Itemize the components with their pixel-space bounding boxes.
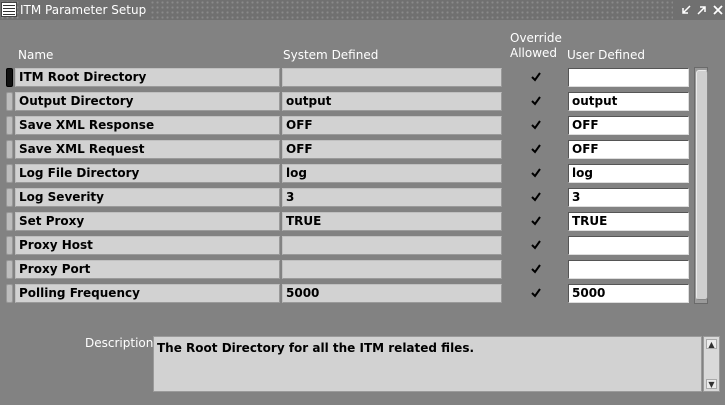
description-scrollbar[interactable]: ▲ ▼ xyxy=(703,336,720,392)
column-header-name: Name xyxy=(18,48,54,62)
name-cell[interactable]: Set Proxy xyxy=(15,212,280,231)
name-cell[interactable]: Proxy Port xyxy=(15,260,280,279)
user-defined-field[interactable]: OFF xyxy=(568,116,689,135)
override-allowed-checkbox[interactable] xyxy=(530,287,542,299)
override-allowed-checkbox[interactable] xyxy=(530,119,542,131)
system-defined-cell[interactable]: TRUE xyxy=(282,212,502,231)
table-row: Save XML Request OFF OFF xyxy=(0,138,725,160)
table-row: Set Proxy TRUE TRUE xyxy=(0,210,725,232)
row-selector[interactable] xyxy=(6,92,13,111)
system-defined-cell[interactable]: OFF xyxy=(282,140,502,159)
user-defined-field[interactable] xyxy=(568,236,689,255)
table-row: ITM Root Directory xyxy=(0,66,725,88)
name-cell[interactable]: Save XML Request xyxy=(15,140,280,159)
column-header-override-line2: Allowed xyxy=(510,46,558,60)
user-defined-field[interactable]: output xyxy=(568,92,689,111)
row-selector[interactable] xyxy=(6,212,13,231)
row-selector[interactable] xyxy=(6,68,13,87)
name-cell[interactable]: Log File Directory xyxy=(15,164,280,183)
column-header-override-line1: Override xyxy=(510,31,562,45)
scroll-down-icon[interactable]: ▼ xyxy=(706,379,717,389)
window-controls xyxy=(673,0,725,20)
row-selector[interactable] xyxy=(6,236,13,255)
table-row: Save XML Response OFF OFF xyxy=(0,114,725,136)
table-row: Log Severity 3 3 xyxy=(0,186,725,208)
user-defined-field[interactable]: TRUE xyxy=(568,212,689,231)
name-cell[interactable]: ITM Root Directory xyxy=(15,68,280,87)
table-row: Proxy Host xyxy=(0,234,725,256)
table-row: Polling Frequency 5000 5000 xyxy=(0,282,725,304)
system-defined-cell[interactable] xyxy=(282,68,502,87)
title-bar[interactable]: ITM Parameter Setup xyxy=(0,0,725,20)
description-label: Description xyxy=(85,336,154,350)
override-allowed-checkbox[interactable] xyxy=(530,143,542,155)
table-row: Log File Directory log log xyxy=(0,162,725,184)
name-cell[interactable]: Save XML Response xyxy=(15,116,280,135)
system-defined-cell[interactable]: log xyxy=(282,164,502,183)
row-selector[interactable] xyxy=(6,140,13,159)
close-icon[interactable] xyxy=(711,2,725,18)
window-title: ITM Parameter Setup xyxy=(20,0,151,20)
name-cell[interactable]: Log Severity xyxy=(15,188,280,207)
system-defined-cell[interactable]: 3 xyxy=(282,188,502,207)
override-allowed-checkbox[interactable] xyxy=(530,263,542,275)
row-selector[interactable] xyxy=(6,164,13,183)
system-defined-cell[interactable]: OFF xyxy=(282,116,502,135)
override-allowed-checkbox[interactable] xyxy=(530,95,542,107)
system-defined-cell[interactable] xyxy=(282,260,502,279)
override-allowed-checkbox[interactable] xyxy=(530,167,542,179)
user-defined-field[interactable]: log xyxy=(568,164,689,183)
minimize-icon[interactable] xyxy=(679,2,693,18)
system-defined-cell[interactable]: 5000 xyxy=(282,284,502,303)
system-defined-cell[interactable] xyxy=(282,236,502,255)
table-row: Output Directory output output xyxy=(0,90,725,112)
column-header-system-defined: System Defined xyxy=(283,48,379,62)
user-defined-field[interactable] xyxy=(568,260,689,279)
row-selector[interactable] xyxy=(6,284,13,303)
name-cell[interactable]: Output Directory xyxy=(15,92,280,111)
override-allowed-checkbox[interactable] xyxy=(530,71,542,83)
row-selector[interactable] xyxy=(6,188,13,207)
scroll-up-icon[interactable]: ▲ xyxy=(706,339,717,349)
column-header-user-defined: User Defined xyxy=(567,48,645,62)
name-cell[interactable]: Polling Frequency xyxy=(15,284,280,303)
system-defined-cell[interactable]: output xyxy=(282,92,502,111)
user-defined-field[interactable]: 3 xyxy=(568,188,689,207)
row-selector[interactable] xyxy=(6,260,13,279)
override-allowed-checkbox[interactable] xyxy=(530,239,542,251)
maximize-icon[interactable] xyxy=(695,2,709,18)
scrollbar-thumb[interactable] xyxy=(696,70,708,300)
override-allowed-checkbox[interactable] xyxy=(530,215,542,227)
form-icon xyxy=(1,2,17,17)
itm-parameter-setup-window: ITM Parameter Setup Name System Defined … xyxy=(0,0,725,405)
table-row: Proxy Port xyxy=(0,258,725,280)
user-defined-field[interactable]: OFF xyxy=(568,140,689,159)
name-cell[interactable]: Proxy Host xyxy=(15,236,280,255)
description-field[interactable]: The Root Directory for all the ITM relat… xyxy=(153,336,702,392)
override-allowed-checkbox[interactable] xyxy=(530,191,542,203)
user-defined-field[interactable] xyxy=(568,68,689,87)
table-scrollbar[interactable] xyxy=(694,67,708,304)
user-defined-field[interactable]: 5000 xyxy=(568,284,689,303)
row-selector[interactable] xyxy=(6,116,13,135)
